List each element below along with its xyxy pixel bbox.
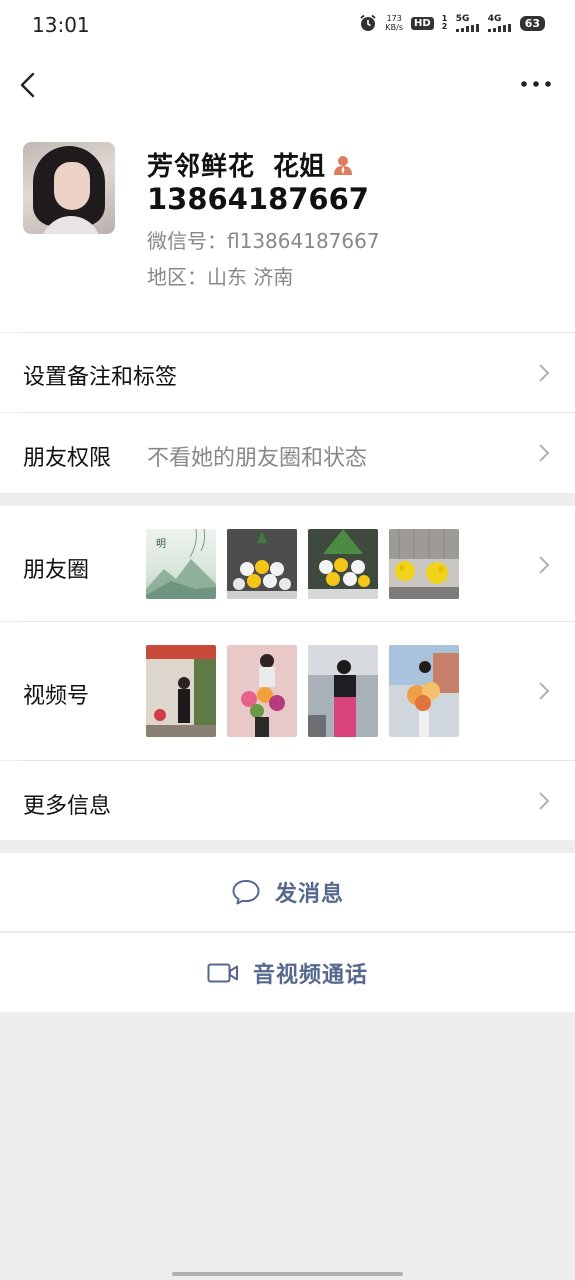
video-camera-icon [207,963,238,982]
net-speed-unit: KB/s [385,23,404,32]
more-info-label: 更多信息 [23,794,112,819]
contact-name: 芳邻鲜花 [147,152,256,182]
signal-4g: 4G [487,14,512,32]
channel-thumb [389,645,459,737]
moments-thumb [308,529,378,599]
channel-thumb [146,645,216,737]
signal-5g: 5G [455,14,480,32]
region: 地区：山东 济南 [147,265,294,289]
chevron-right-icon [539,556,550,574]
contact-phone: 13864187667 [147,182,369,216]
permission-label: 朋友权限 [23,446,112,471]
video-cover-image [308,645,378,737]
net-speed: 173 KB/s [385,14,403,32]
nav-bar [0,52,575,118]
channels-row[interactable]: 视频号 [0,622,575,760]
avatar-face [54,162,90,210]
battery-indicator: 63 [519,15,545,31]
signal-5g-label: 5G [455,14,470,24]
status-bar: 13:01 173 KB/s HD 1 2 5G 4G 63 [0,0,575,52]
more-info-row[interactable]: 更多信息 [0,761,575,840]
profile-header: 芳邻鲜花 花姐 13864187667 微信号：fl13864187667 地区… [0,118,575,332]
landscape-image: 明 [146,529,216,599]
moments-row[interactable]: 朋友圈 明 [0,506,575,621]
channels-label: 视频号 [23,684,90,709]
name-row: 芳邻鲜花 花姐 [147,146,355,183]
remark-row[interactable]: 设置备注和标签 [0,333,575,412]
person-icon [334,155,353,175]
alarm-icon [360,14,376,31]
chevron-right-icon [539,792,550,810]
moments-thumb: 明 [146,529,216,599]
permission-row[interactable]: 朋友权限 不看她的朋友圈和状态 [0,413,575,493]
flowers-image [227,529,297,599]
video-cover-image [227,645,297,737]
video-cover-image [389,645,459,737]
status-icons: 173 KB/s HD 1 2 5G 4G 63 [359,14,545,32]
contact-name-suffix: 花姐 [273,152,326,182]
chat-bubble-icon [232,880,260,905]
status-time: 13:01 [32,13,90,37]
remark-label: 设置备注和标签 [23,365,178,390]
video-call-label: 音视频通话 [252,962,368,988]
signal-bars-icon [455,24,479,32]
wechat-id: 微信号：fl13864187667 [147,229,380,253]
home-indicator[interactable] [172,1272,403,1276]
permission-value: 不看她的朋友圈和状态 [147,446,368,471]
chevron-right-icon [539,444,550,462]
avatar[interactable] [23,142,115,234]
moments-label: 朋友圈 [23,558,90,583]
moments-thumb [227,529,297,599]
more-dots-icon[interactable] [519,74,553,94]
flowers-image [389,529,459,599]
moments-thumbnails: 明 [146,529,459,599]
flowers-image [308,529,378,599]
send-message-button[interactable]: 发消息 [0,853,575,931]
video-call-button[interactable]: 音视频通话 [0,933,575,1012]
signal-4g-label: 4G [487,14,502,24]
send-message-label: 发消息 [274,882,344,907]
svg-text:明: 明 [156,538,166,550]
channel-thumb [308,645,378,737]
hd-sub: 1 2 [441,14,448,31]
chevron-right-icon [539,682,550,700]
chevron-left-icon[interactable] [14,70,44,100]
net-speed-value: 173 [386,14,402,23]
moments-thumb [389,529,459,599]
signal-bars-icon [487,24,511,32]
channel-thumb [227,645,297,737]
chevron-right-icon [539,364,550,382]
video-cover-image [146,645,216,737]
channels-thumbnails [146,645,459,737]
hd-badge: HD [411,16,434,30]
